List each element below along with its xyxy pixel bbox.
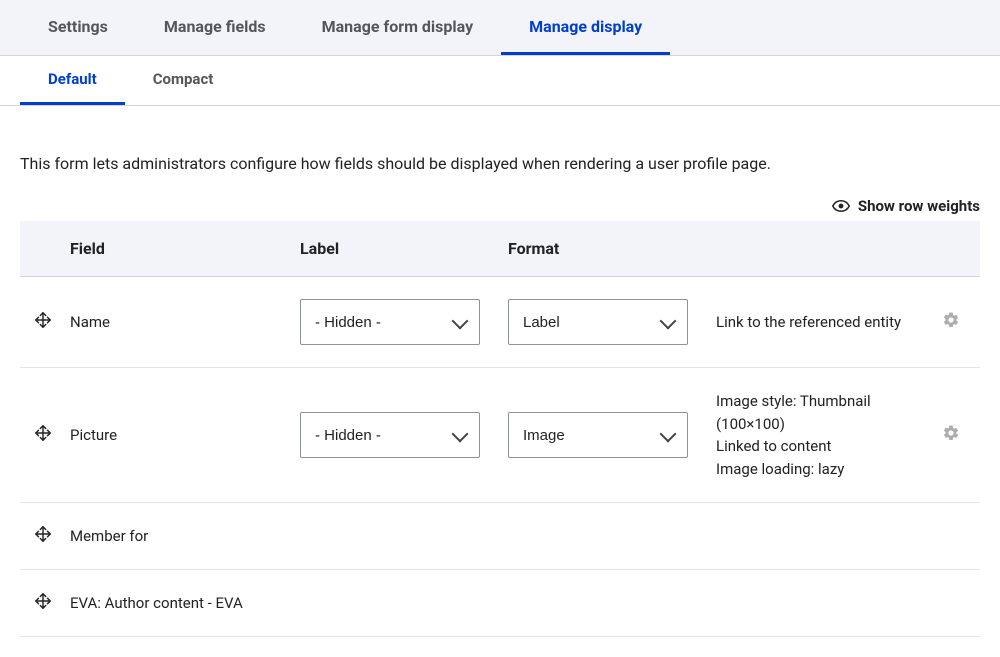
column-header-field: Field <box>56 221 286 277</box>
field-name: Member for <box>56 503 980 570</box>
column-header-label: Label <box>286 221 494 277</box>
table-row: EVA: Author content - EVA <box>20 570 980 637</box>
table-row: Member for <box>20 503 980 570</box>
tab-manage-fields[interactable]: Manage fields <box>136 0 294 55</box>
drag-handle-icon[interactable] <box>34 525 52 543</box>
column-header-format: Format <box>494 221 702 277</box>
tab-manage-display[interactable]: Manage display <box>501 0 670 55</box>
show-row-weights-toggle[interactable]: Show row weights <box>20 197 980 215</box>
show-row-weights-label: Show row weights <box>858 197 980 215</box>
display-fields-table: Field Label Format Name <box>20 221 980 637</box>
label-select[interactable]: - Hidden - <box>300 299 480 345</box>
secondary-tabs: Default Compact <box>0 56 1000 106</box>
label-select[interactable]: - Hidden - <box>300 412 480 458</box>
table-row: Name - Hidden - Label Link to the refere… <box>20 277 980 368</box>
tab-settings[interactable]: Settings <box>20 0 136 55</box>
drag-handle-icon[interactable] <box>34 592 52 610</box>
field-name: EVA: Author content - EVA <box>56 570 980 637</box>
content-region: This form lets administrators configure … <box>0 106 1000 657</box>
subtab-compact[interactable]: Compact <box>125 56 242 105</box>
primary-tabs: Settings Manage fields Manage form displ… <box>0 0 1000 56</box>
page-description: This form lets administrators configure … <box>20 154 980 173</box>
field-summary: Link to the referenced entity <box>702 277 928 368</box>
subtab-default[interactable]: Default <box>20 56 125 105</box>
format-select[interactable]: Label <box>508 299 688 345</box>
field-summary: Image style: Thumbnail (100×100) Linked … <box>702 368 928 503</box>
table-row: Picture - Hidden - Image Image style: Th… <box>20 368 980 503</box>
drag-handle-icon[interactable] <box>34 424 52 442</box>
tab-manage-form-display[interactable]: Manage form display <box>294 0 502 55</box>
gear-icon[interactable] <box>942 311 960 329</box>
field-name: Picture <box>56 368 286 503</box>
eye-icon <box>832 200 850 212</box>
drag-handle-icon[interactable] <box>34 311 52 329</box>
format-select[interactable]: Image <box>508 412 688 458</box>
gear-icon[interactable] <box>942 424 960 442</box>
field-name: Name <box>56 277 286 368</box>
